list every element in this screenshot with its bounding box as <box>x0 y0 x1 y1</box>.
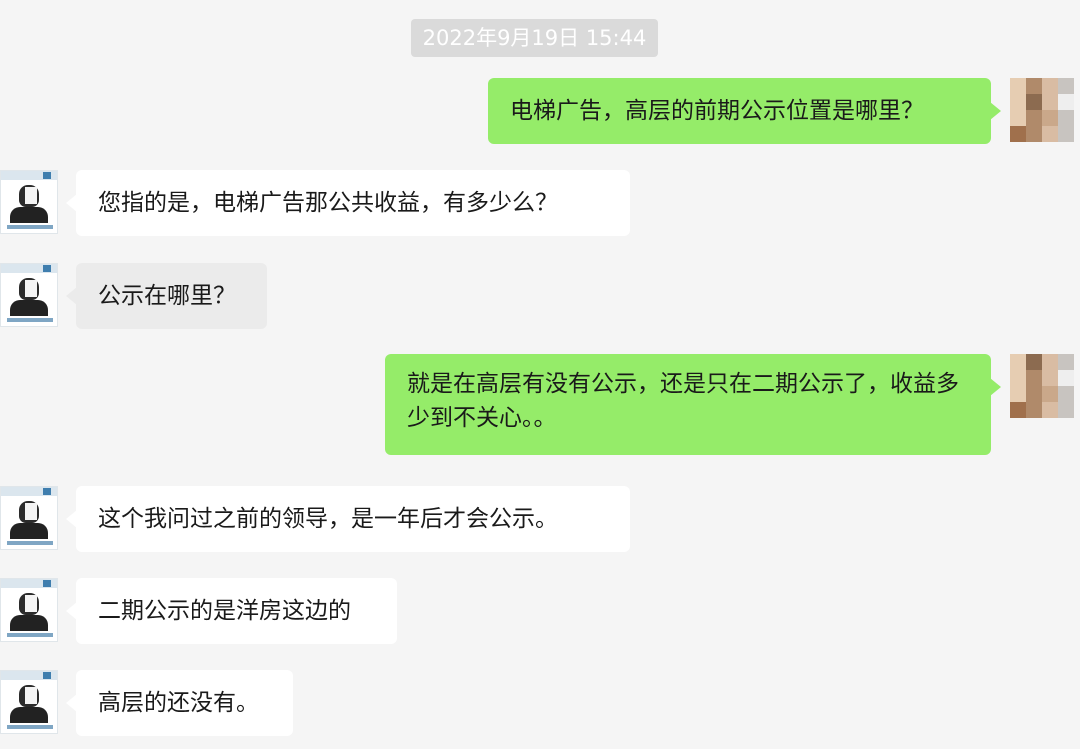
message-bubble-contact[interactable]: 您指的是，电梯广告那公共收益，有多少么？ <box>66 170 630 236</box>
avatar-contact[interactable] <box>0 170 58 234</box>
avatar-contact[interactable] <box>0 670 58 734</box>
message-text: 电梯广告，高层的前期公示位置是哪里？ <box>510 98 924 124</box>
message-bubble-me[interactable]: 电梯广告，高层的前期公示位置是哪里？ <box>488 78 1001 144</box>
message-text: 公示在哪里？ <box>98 283 236 309</box>
message-text: 您指的是，电梯广告那公共收益，有多少么？ <box>98 190 558 216</box>
avatar-contact[interactable] <box>0 578 58 642</box>
message-bubble-contact[interactable]: 公示在哪里？ <box>66 263 267 329</box>
message-text: 高层的还没有。 <box>98 690 259 716</box>
avatar-contact[interactable] <box>0 263 58 327</box>
avatar-contact[interactable] <box>0 486 58 550</box>
avatar-me[interactable] <box>1010 78 1074 142</box>
message-bubble-me[interactable]: 就是在高层有没有公示，还是只在二期公示了，收益多少到不关心。。 <box>385 354 1001 455</box>
message-bubble-contact[interactable]: 高层的还没有。 <box>66 670 293 736</box>
message-text: 二期公示的是洋房这边的 <box>98 598 351 624</box>
message-text: 这个我问过之前的领导，是一年后才会公示。 <box>98 506 558 532</box>
message-bubble-contact[interactable]: 二期公示的是洋房这边的 <box>66 578 397 644</box>
avatar-me[interactable] <box>1010 354 1074 418</box>
message-bubble-contact[interactable]: 这个我问过之前的领导，是一年后才会公示。 <box>66 486 630 552</box>
chat-timestamp: 2022年9月19日 15:44 <box>411 19 658 57</box>
message-text: 就是在高层有没有公示，还是只在二期公示了，收益多少到不关心。。 <box>407 371 959 431</box>
